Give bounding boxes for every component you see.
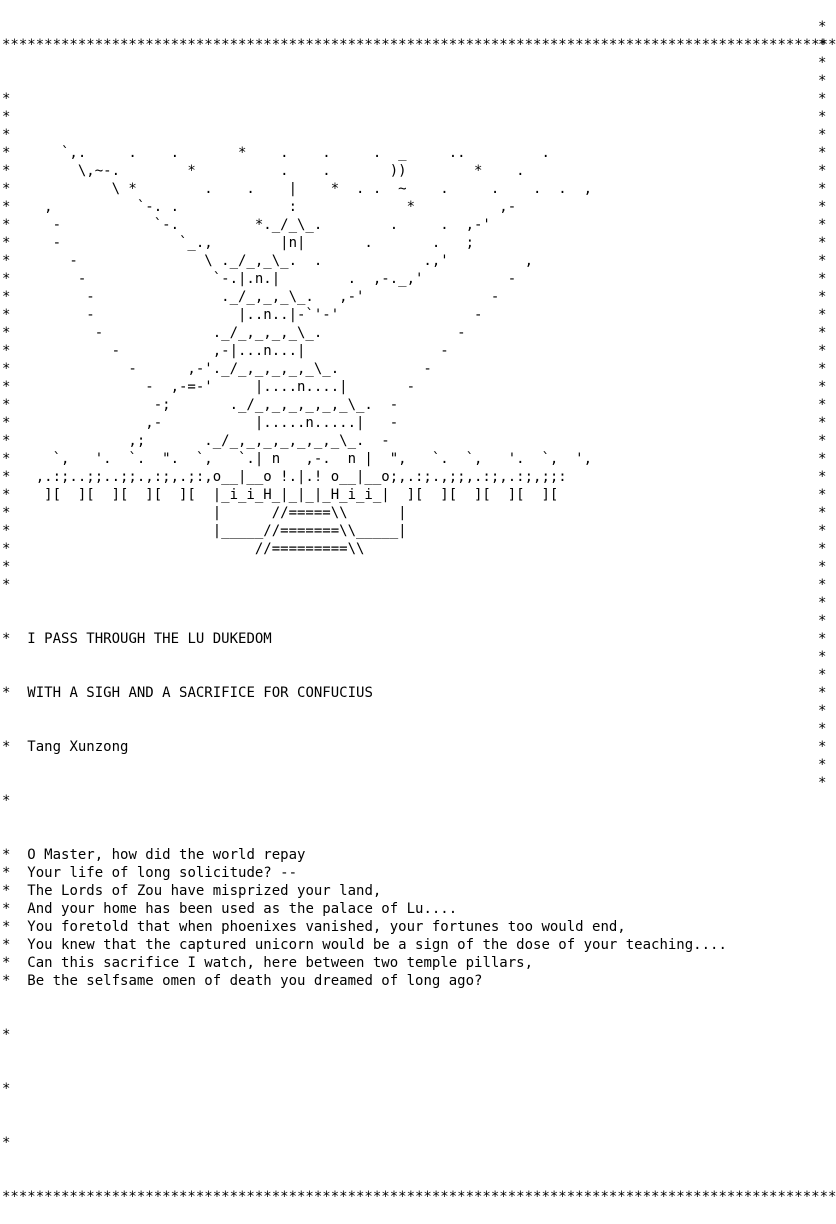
poem-title-1: I PASS THROUGH THE LU DUKEDOM [27,631,272,647]
poem-line-row: * Can this sacrifice I watch, here betwe… [2,955,534,971]
art-line: * - ,-=-' |....n....| - [2,379,416,395]
art-line: * `,. . . * . . . _ .. . [2,145,550,161]
art-line: * \ * . . | * . . ~ . . . . , [2,181,593,197]
blank-line: * [2,1135,11,1151]
blank-line: * [2,793,11,809]
poem-line-row: * And your home has been used as the pal… [2,901,458,917]
art-line: * - ,-|...n...| - [2,343,449,359]
poem-line-row: * Your life of long solicitude? -- [2,865,298,881]
art-line: * - |..n..|-`'-' - [2,307,483,323]
poem-title-2: WITH A SIGH AND A SACRIFICE FOR CONFUCIU… [27,685,373,701]
art-line: * - \ ._/_,_\_. . .,' , [2,253,534,269]
poem-line: The Lords of Zou have misprized your lan… [27,883,382,899]
poem-line: O Master, how did the world repay [27,847,306,863]
art-line: * `, '. `. ". `, `.| n ,-. n | ", `. `, … [2,451,593,467]
poem-line-row: * O Master, how did the world repay [2,847,306,863]
poem-title-line-1: * I PASS THROUGH THE LU DUKEDOM [2,631,272,647]
art-line: * [2,109,11,125]
poem-line: You foretold that when phoenixes vanishe… [27,919,626,935]
blank-line: * [2,1027,11,1043]
art-line: * ,.:;..;;..;;.,:;,.;:,o__|__o !.|.! o__… [2,469,567,485]
art-line: * - `-.|.n.| . ,-._,' - [2,271,517,287]
poem-line: And your home has been used as the palac… [27,901,458,917]
art-line: * - ,-'._/_,_,_,_,_\_. - [2,361,432,377]
border-top: ****************************************… [2,37,836,53]
art-line: * -; ._/_,_,_,_,_,_\_. - [2,397,399,413]
ascii-poem-screen: ****************************************… [2,0,836,1224]
art-line: * ,- |.....n.....| - [2,415,399,431]
poem-line-row: * Be the selfsame omen of death you drea… [2,973,483,989]
art-line: * [2,127,11,143]
poem-line-row: * You foretold that when phoenixes vanis… [2,919,626,935]
poem-line: Your life of long solicitude? -- [27,865,298,881]
art-line: * //=========\\ [2,541,365,557]
art-line: * , `-. . : * ,- [2,199,517,215]
poem-line: Be the selfsame omen of death you dreame… [27,973,483,989]
poem-line-row: * The Lords of Zou have misprized your l… [2,883,382,899]
poem-author-line: * Tang Xunzong [2,739,129,755]
art-line: * [2,559,11,575]
art-line: * |_____//=======\\_____| [2,523,407,539]
poem-body: * O Master, how did the world repay * You… [2,846,836,990]
art-line: * - ._/_,_,_\_. ,-' - [2,289,500,305]
border-bottom: ****************************************… [2,1189,836,1205]
art-line: * \,~-. * . . )) * . [2,163,525,179]
poem-line-row: * You knew that the captured unicorn wou… [2,937,727,953]
art-line: * ,; ._/_,_,_,_,_,_,_\_. - [2,433,390,449]
pagoda-ascii-art: * * * * `,. . . * . . . _ .. . * \,~-. * . .… [2,90,836,594]
poem-line: Can this sacrifice I watch, here between… [27,955,534,971]
art-line: * [2,91,11,107]
art-line: * - `_., |n| . . ; [2,235,475,251]
art-line: * [2,577,11,593]
blank-line: * [2,1081,11,1097]
right-border-column: * * * * * * * * * * * * * * * * * * * * … [818,19,827,791]
poem-author: Tang Xunzong [27,739,129,755]
art-line: * | //=====\\ | [2,505,407,521]
art-line: * - ._/_,_,_,_\_. - [2,325,466,341]
poem-line: You knew that the captured unicorn would… [27,937,727,953]
art-line: * - `-. *._/_\_. . . ,-' [2,217,491,233]
poem-title-line-2: * WITH A SIGH AND A SACRIFICE FOR CONFUC… [2,685,373,701]
art-line: * ][ ][ ][ ][ ][ |_i_i_H_|_|_|_H_i_i_| ]… [2,487,559,503]
